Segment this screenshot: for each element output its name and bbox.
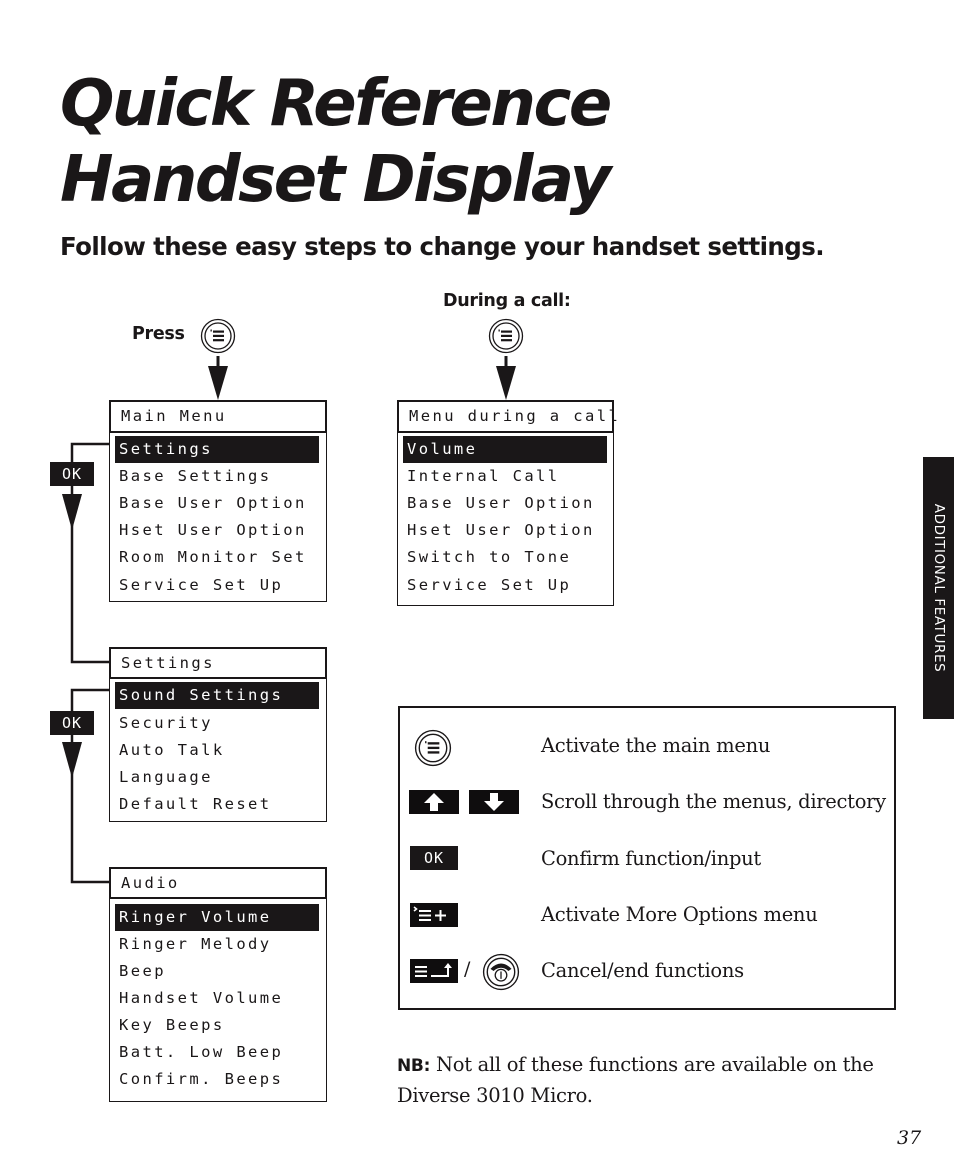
page-number: 37	[897, 1127, 922, 1149]
menu-button-icon	[488, 318, 524, 354]
legend-text: Activate More Options menu	[541, 903, 818, 926]
menu-button-icon	[200, 318, 236, 354]
press-label: Press	[132, 324, 185, 344]
menu-item[interactable]: Base Settings	[115, 463, 272, 490]
scroll-up-key-icon	[409, 790, 459, 814]
menu-item[interactable]: Batt. Low Beep	[115, 1039, 283, 1066]
menu-item[interactable]: Key Beeps	[115, 1012, 225, 1039]
footnote: NB: Not all of these functions are avail…	[397, 1050, 897, 1111]
menu-item[interactable]: Switch to Tone	[403, 544, 571, 571]
menu-item[interactable]: Hset User Option	[403, 517, 595, 544]
menu-item[interactable]: Room Monitor Set	[115, 544, 307, 571]
menu-title: Main Menu	[109, 400, 327, 433]
ok-key-icon: OK	[410, 846, 458, 870]
legend-text: Scroll through the menus, directory	[541, 790, 886, 813]
menu-item-selected[interactable]: Volume	[403, 436, 607, 463]
side-tab-label: ADDITIONAL FEATURES	[930, 503, 947, 673]
ok-key-icon: OK	[50, 711, 94, 735]
settings-menu-display: Settings Sound Settings Security Auto Ta…	[109, 647, 327, 822]
menu-item-selected[interactable]: Ringer Volume	[115, 904, 319, 931]
note-text: Not all of these functions are available…	[397, 1053, 874, 1107]
menu-item[interactable]: Hset User Option	[115, 517, 307, 544]
menu-item[interactable]: Confirm. Beeps	[115, 1066, 283, 1093]
menu-item[interactable]: Service Set Up	[115, 572, 283, 599]
key-legend: Activate the main menu Scroll through th…	[398, 706, 896, 1010]
legend-text: Activate the main menu	[541, 734, 771, 757]
audio-menu-display: Audio Ringer Volume Ringer Melody Beep H…	[109, 867, 327, 1102]
menu-item[interactable]: Service Set Up	[403, 572, 571, 599]
menu-item[interactable]: Security	[115, 710, 213, 737]
ok-key-icon: OK	[50, 462, 94, 486]
main-menu-display: Main Menu Settings Base Settings Base Us…	[109, 400, 327, 602]
back-key-icon	[410, 959, 458, 983]
legend-text: Confirm function/input	[541, 847, 761, 870]
menu-item[interactable]: Default Reset	[115, 791, 272, 818]
menu-item-selected[interactable]: Settings	[115, 436, 319, 463]
menu-item-selected[interactable]: Sound Settings	[115, 682, 319, 709]
end-call-button-icon	[482, 953, 520, 991]
call-menu-display: Menu during a call Volume Internal Call …	[397, 400, 618, 606]
during-call-label: During a call:	[443, 291, 571, 311]
menu-item[interactable]: Handset Volume	[115, 985, 283, 1012]
menu-title: Menu during a call	[397, 400, 618, 433]
menu-button-icon	[414, 729, 452, 767]
menu-item[interactable]: Base User Option	[115, 490, 307, 517]
more-options-key-icon	[410, 903, 458, 927]
menu-item[interactable]: Ringer Melody	[115, 931, 272, 958]
menu-title: Settings	[109, 647, 327, 679]
note-prefix: NB:	[397, 1056, 431, 1076]
menu-item[interactable]: Internal Call	[403, 463, 560, 490]
menu-item[interactable]: Base User Option	[403, 490, 595, 517]
separator-slash: /	[464, 958, 471, 980]
menu-item[interactable]: Beep	[115, 958, 166, 985]
scroll-down-key-icon	[469, 790, 519, 814]
menu-item[interactable]: Language	[115, 764, 213, 791]
menu-item[interactable]: Auto Talk	[115, 737, 225, 764]
legend-text: Cancel/end functions	[541, 959, 744, 982]
section-side-tab: ADDITIONAL FEATURES	[923, 457, 954, 719]
arrow-down-icon	[496, 356, 516, 400]
menu-title: Audio	[109, 867, 327, 899]
arrow-down-icon	[208, 356, 228, 400]
